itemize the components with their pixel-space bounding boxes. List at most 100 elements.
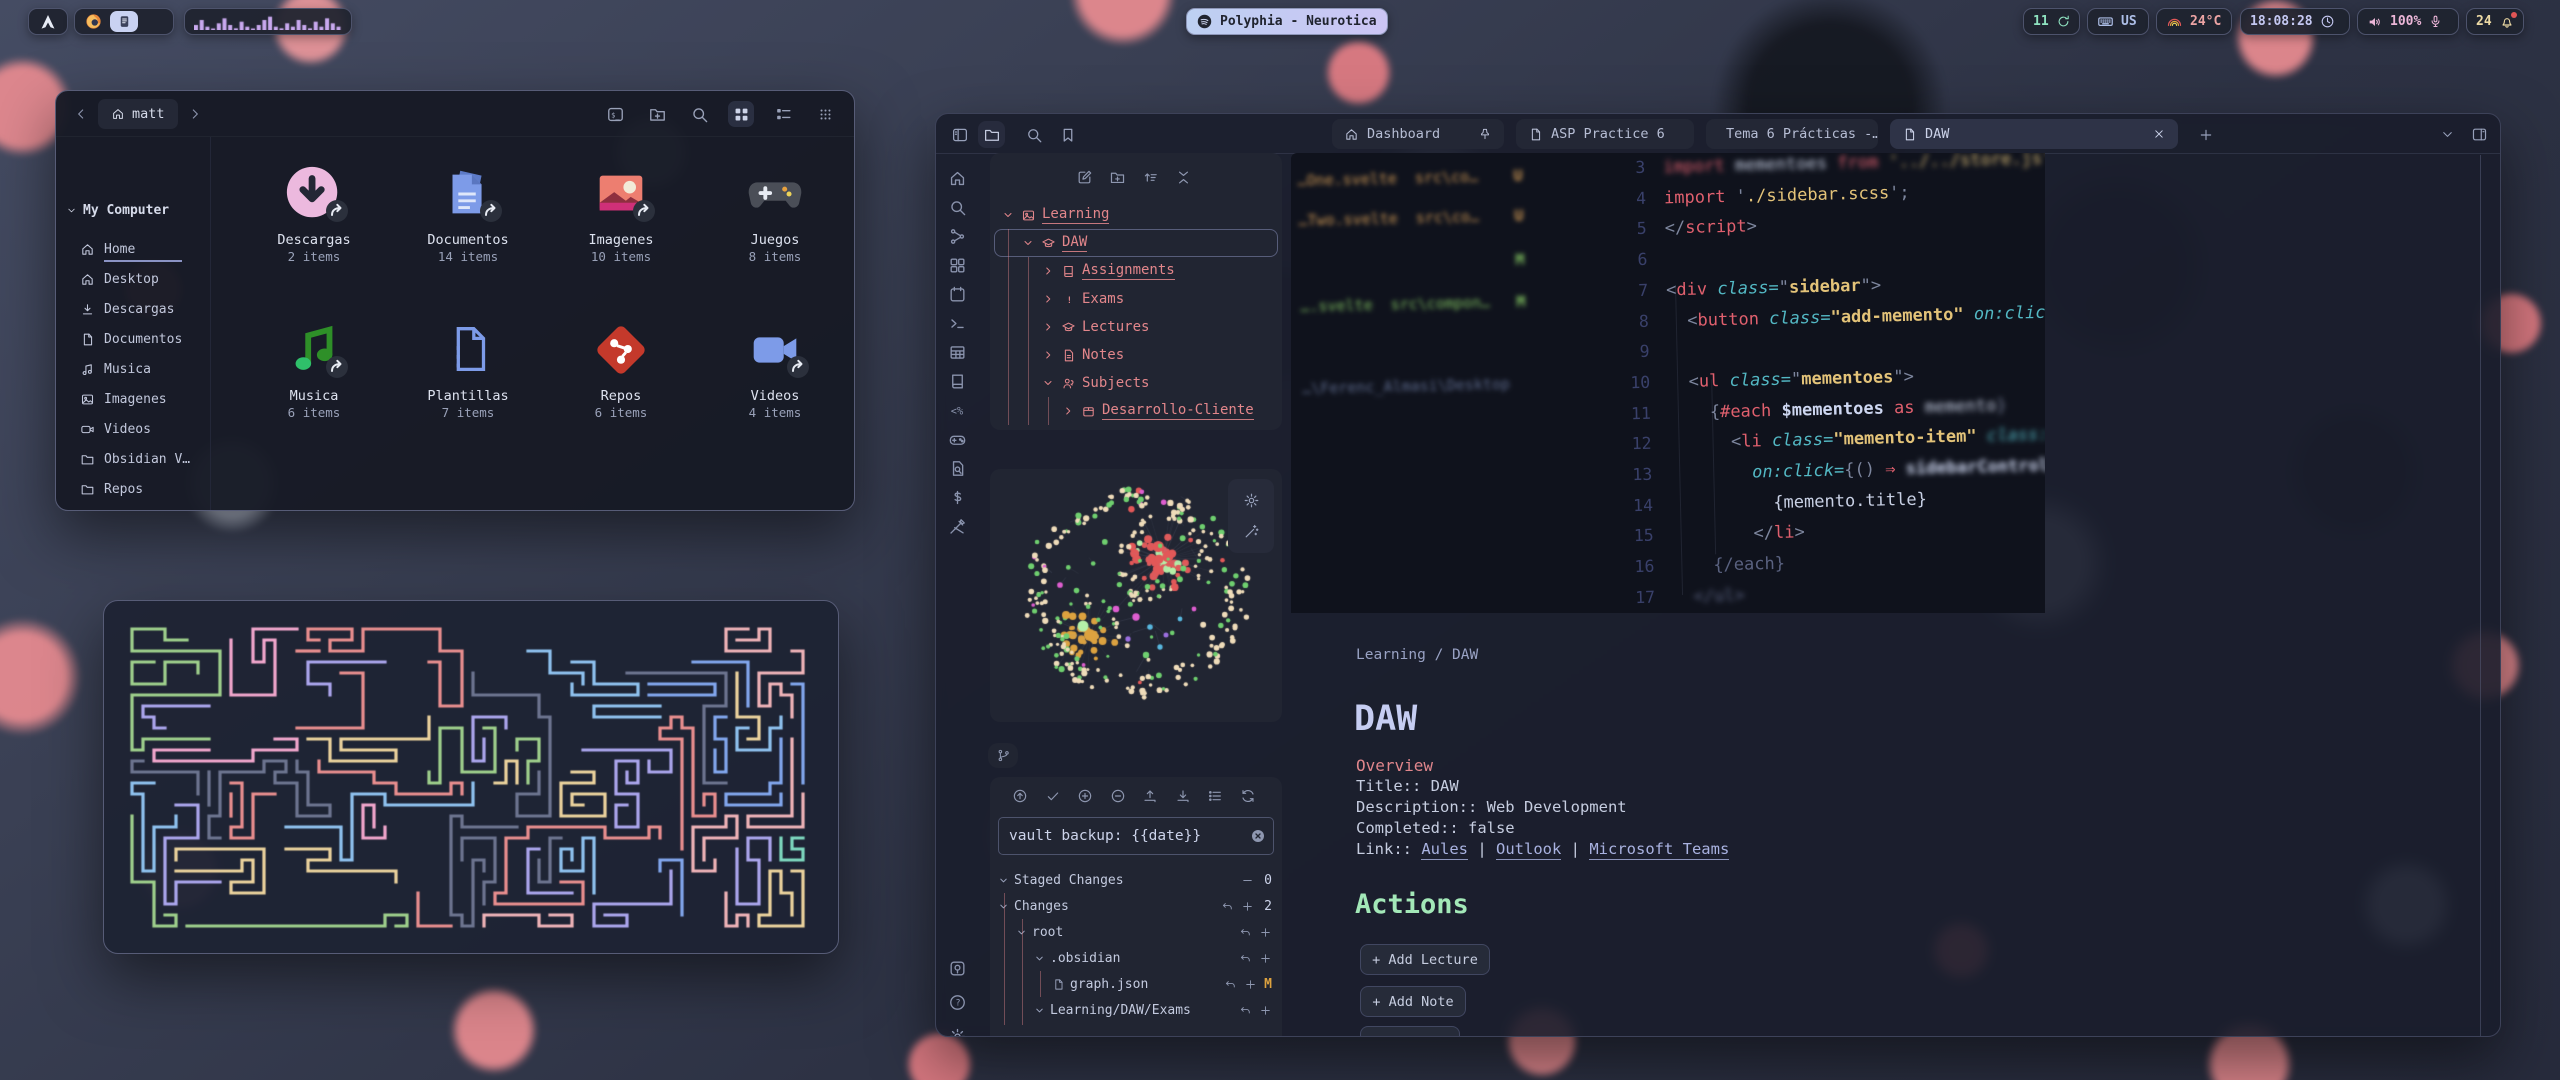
ribbon-tools-icon[interactable] <box>948 517 968 537</box>
folder-button[interactable] <box>978 121 1005 148</box>
firefox-icon[interactable] <box>84 12 103 31</box>
ribbon-book-icon[interactable] <box>948 372 968 392</box>
git-row-changes[interactable]: Changes2 <box>990 893 1282 919</box>
tab-asp-practice-6[interactable]: ASP Practice 6 <box>1516 119 1694 149</box>
keyboard-layout-widget[interactable]: US <box>2087 8 2149 35</box>
ribbon-gamepad-icon[interactable] <box>948 430 968 450</box>
sidebar-item-descargas[interactable]: Descargas <box>80 294 174 324</box>
ribbon-table-icon[interactable] <box>948 343 968 363</box>
folder-juegos[interactable]: Juegos8 items <box>715 163 835 264</box>
notifications-widget[interactable]: 24 <box>2466 8 2524 35</box>
audio-widget[interactable]: 100% <box>2357 8 2459 35</box>
sidebar-item-juegos[interactable]: Juegos <box>80 504 151 511</box>
workspace-active[interactable] <box>110 11 138 32</box>
ribbon-code-icon[interactable]: <% <box>948 401 968 421</box>
folder-musica[interactable]: Musica6 items <box>254 319 374 420</box>
now-playing-widget[interactable]: Polyphia - Neurotica <box>1186 8 1388 35</box>
git-row--obsidian[interactable]: .obsidian <box>990 945 1282 971</box>
button--add-lecture[interactable]: + Add Lecture <box>1360 944 1490 975</box>
tree-item-notes[interactable]: Notes <box>990 341 1282 369</box>
sidebar-item-obsidianv[interactable]: Obsidian V… <box>80 444 190 474</box>
ribbon-home-icon[interactable] <box>948 169 968 189</box>
clear-input-icon[interactable] <box>1250 828 1266 844</box>
ribbon-settings-icon[interactable] <box>948 1027 968 1037</box>
gear-icon[interactable] <box>1243 492 1260 509</box>
ribbon-help-icon[interactable]: ? <box>948 993 968 1013</box>
folder-imagenes[interactable]: Imagenes10 items <box>561 163 681 264</box>
tree-item-learning[interactable]: Learning <box>990 201 1282 229</box>
sidebar-item-videos[interactable]: Videos <box>80 414 151 444</box>
tab-tema-6-pr-cticas-[interactable]: Tema 6 Prácticas -… <box>1706 119 1878 149</box>
workspace-switcher[interactable] <box>74 8 174 35</box>
ribbon-search-icon[interactable] <box>948 198 968 218</box>
git-check-button[interactable] <box>1037 788 1070 804</box>
git-download-button[interactable] <box>1167 788 1200 804</box>
sidebar-item-desktop[interactable]: Desktop <box>80 264 159 294</box>
bookmark-button[interactable] <box>1054 121 1081 148</box>
terminal-badge-button[interactable]: $_ <box>602 101 628 127</box>
close-tab-icon[interactable] <box>2152 127 2166 141</box>
commit-message-input[interactable] <box>998 817 1274 855</box>
git-change-list-button[interactable] <box>1199 788 1232 804</box>
ribbon-file-search-icon[interactable] <box>948 459 968 479</box>
ribbon-graph-icon[interactable] <box>948 227 968 247</box>
ribbon-dollar-icon[interactable] <box>948 488 968 508</box>
grid-view-button[interactable] <box>728 101 754 127</box>
git-row-staged-changes[interactable]: Staged Changes0 <box>990 867 1282 893</box>
ribbon-terminal-icon[interactable] <box>948 314 968 334</box>
tree-item-desarrollo-cliente[interactable]: Desarrollo-Cliente <box>990 397 1282 425</box>
folder-plantillas[interactable]: Plantillas7 items <box>408 319 528 420</box>
new-folder-button[interactable] <box>644 101 670 127</box>
weather-widget[interactable]: 24°C <box>2156 8 2232 35</box>
clock-widget[interactable]: 18:08:28 <box>2240 8 2350 35</box>
search-button[interactable] <box>686 101 712 127</box>
git-circle-plus-button[interactable] <box>1069 788 1102 804</box>
git-upload-button[interactable] <box>1134 788 1167 804</box>
back-button[interactable] <box>68 101 94 127</box>
partial-action-button[interactable] <box>1360 1026 1460 1037</box>
sidebar-item-repos[interactable]: Repos <box>80 474 143 504</box>
menu-grid-button[interactable] <box>812 101 838 127</box>
folder-repos[interactable]: Repos6 items <box>561 319 681 420</box>
git-row-root[interactable]: root <box>990 919 1282 945</box>
updates-widget[interactable]: 11 <box>2023 8 2080 35</box>
tree-item-daw[interactable]: DAW <box>990 229 1282 257</box>
new-note-button[interactable] <box>1076 169 1093 186</box>
launcher-button[interactable] <box>28 8 68 35</box>
git-row-graph-json[interactable]: graph.jsonM <box>990 971 1282 997</box>
sidebar-toggle-button[interactable] <box>946 121 973 148</box>
new-tab-button[interactable] <box>2192 121 2219 148</box>
tree-item-exams[interactable]: !Exams <box>990 285 1282 313</box>
sort-button[interactable] <box>1142 169 1159 186</box>
git-commit-up-button[interactable] <box>1004 788 1037 804</box>
note-link-outlook[interactable]: Outlook <box>1496 840 1561 860</box>
sidebar-item-home[interactable]: Home <box>80 234 135 264</box>
search-button[interactable] <box>1020 121 1047 148</box>
sidebar-item-documentos[interactable]: Documentos <box>80 324 182 354</box>
ribbon-cards-icon[interactable] <box>948 256 968 276</box>
sidebar-root[interactable]: My Computer <box>66 203 169 218</box>
git-circle-minus-button[interactable] <box>1102 788 1135 804</box>
git-refresh-button[interactable] <box>1232 788 1265 804</box>
right-sidebar-toggle[interactable] <box>2466 121 2493 148</box>
wand-icon[interactable] <box>1243 523 1260 540</box>
git-badge[interactable] <box>988 743 1018 768</box>
pin-icon[interactable] <box>1478 127 1492 141</box>
forward-button[interactable] <box>182 101 208 127</box>
collapse-button[interactable] <box>1175 169 1192 186</box>
ribbon-vault-icon[interactable] <box>948 959 968 979</box>
list-view-button[interactable] <box>770 101 796 127</box>
tab-daw[interactable]: DAW <box>1890 119 2178 149</box>
chevron-down-icon[interactable] <box>2434 121 2461 148</box>
tree-item-assignments[interactable]: Assignments <box>990 257 1282 285</box>
note-link-microsoft-teams[interactable]: Microsoft Teams <box>1589 840 1729 860</box>
sidebar-item-musica[interactable]: Musica <box>80 354 151 384</box>
git-row-learning-daw-exams[interactable]: Learning/DAW/Exams <box>990 997 1282 1023</box>
sidebar-item-imagenes[interactable]: Imagenes <box>80 384 167 414</box>
tree-item-lectures[interactable]: Lectures <box>990 313 1282 341</box>
new-folder-button[interactable] <box>1109 169 1126 186</box>
breadcrumb[interactable]: matt <box>98 99 178 129</box>
note-breadcrumb[interactable]: Learning / DAW <box>1356 647 1478 663</box>
folder-documentos[interactable]: Documentos14 items <box>408 163 528 264</box>
folder-descargas[interactable]: Descargas2 items <box>254 163 374 264</box>
